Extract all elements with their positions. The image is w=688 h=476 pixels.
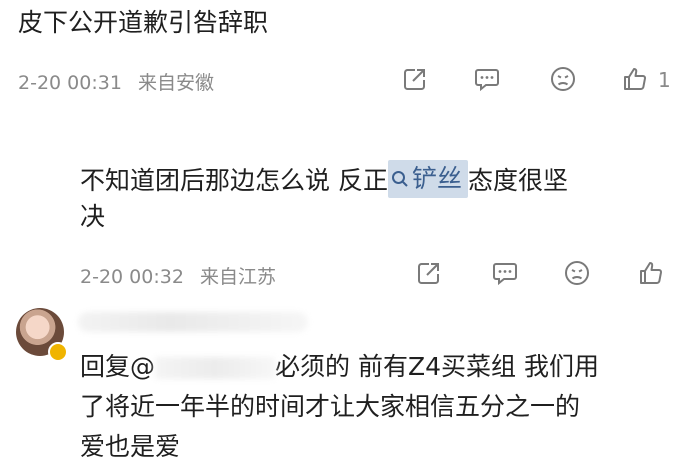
topic-link[interactable]: 铲丝 xyxy=(387,160,468,198)
comment-icon xyxy=(493,263,517,286)
comment-text: 皮下公开道歉引咎辞职 xyxy=(18,8,269,37)
reply-text-part: 必须的 前有Z4买菜组 我们用 xyxy=(275,352,599,381)
comment-button[interactable] xyxy=(472,64,502,94)
face-icon xyxy=(565,261,589,285)
comment-location: 来自安徽 xyxy=(137,72,214,94)
search-icon xyxy=(391,171,408,187)
comment-icon xyxy=(475,69,499,92)
topic-label: 铲丝 xyxy=(411,164,462,193)
share-button[interactable] xyxy=(400,64,430,94)
comment-time: 2-20 00:32 xyxy=(80,266,184,288)
share-button[interactable] xyxy=(414,258,444,288)
react-button[interactable] xyxy=(562,258,592,288)
like-button[interactable] xyxy=(636,258,666,288)
comment-text: 不知道团后那边怎么说 反正 铲丝 态度很坚 xyxy=(80,160,568,200)
reply-prefix[interactable]: 回复@ xyxy=(80,352,155,381)
blurred-username xyxy=(78,312,308,332)
react-button[interactable] xyxy=(548,64,578,94)
like-button[interactable] xyxy=(620,64,650,94)
reply-text-line2: 了将近一年半的时间才让大家相信五分之一的 xyxy=(80,392,581,421)
comment-location: 来自江苏 xyxy=(199,266,276,288)
thumbs-up-icon xyxy=(640,262,662,284)
comment-timestamp: 2-20 00:31 来自安徽 xyxy=(18,68,214,95)
reply-text-line1: 回复@ 必须的 前有Z4买菜组 我们用 xyxy=(80,348,599,386)
blurred-mention xyxy=(155,357,276,379)
verified-badge xyxy=(48,342,68,362)
like-count: 1 xyxy=(658,68,671,92)
comment-timestamp: 2-20 00:32 来自江苏 xyxy=(80,262,276,289)
comment-text-part: 不知道团后那边怎么说 反正 xyxy=(80,166,388,195)
share-icon xyxy=(418,263,439,284)
share-icon xyxy=(404,69,425,90)
comment-text-line2: 决 xyxy=(80,202,106,231)
comment-button[interactable] xyxy=(490,258,520,288)
comment-time: 2-20 00:31 xyxy=(18,72,122,94)
thumbs-up-icon xyxy=(624,68,646,90)
reply-text-line3: 爱也是爱 xyxy=(80,432,181,461)
face-icon xyxy=(551,67,575,91)
comment-text-part: 态度很坚 xyxy=(467,166,568,195)
